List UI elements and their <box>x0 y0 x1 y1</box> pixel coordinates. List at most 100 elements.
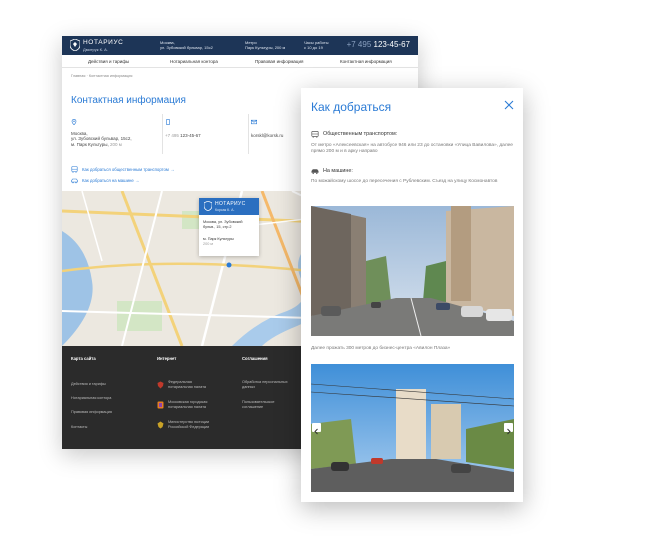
footer-link[interactable]: Действия и тарифы <box>71 382 106 387</box>
bus-icon <box>311 131 319 138</box>
page-title: Контактная информация <box>71 95 186 106</box>
carousel-dot[interactable] <box>408 494 411 497</box>
footer-link-line: Обработка персональных <box>242 380 288 384</box>
footer-link-line: соглашение <box>242 404 264 409</box>
email-column: korskl@korsk.ru <box>248 114 283 154</box>
header-phone[interactable]: +7 495 123-45-67 <box>347 40 410 49</box>
car-icon <box>311 169 319 175</box>
phone-icon <box>166 119 170 125</box>
arrow-right-icon: → <box>135 178 140 183</box>
footer-link[interactable]: Нотариальная контора <box>71 396 111 401</box>
carousel-dot[interactable] <box>396 494 399 497</box>
directions-modal: Как добраться Общественным транспортом: … <box>301 88 523 502</box>
popup-header: НОТАРИУС Корсак К. А. <box>199 198 259 215</box>
modal-title: Как добраться <box>311 100 392 114</box>
carousel-dot[interactable] <box>420 494 423 497</box>
carousel-next-button[interactable] <box>504 423 513 435</box>
brand-subtitle: Дмитрук К. А. <box>83 47 108 52</box>
site-header: НОТАРИУС Дмитрук К. А. Москва, ул. Зубов… <box>62 36 418 55</box>
footer-link[interactable]: Федеральная нотариальная палата <box>168 380 206 389</box>
footer-link-line: Российской Федерации <box>168 424 210 429</box>
public-transport-heading: Общественным транспортом: <box>323 131 398 137</box>
transport-link-label: Как добраться общественным транспортом <box>82 167 169 172</box>
carousel-photo-image <box>311 364 514 492</box>
chevron-left-icon <box>314 428 318 435</box>
footer-link-line: Министерство юстиции <box>168 420 210 424</box>
contact-email[interactable]: korskl@korsk.ru <box>251 133 283 138</box>
street-photo <box>311 206 514 336</box>
brand-name[interactable]: НОТАРИУС <box>83 39 123 46</box>
mail-icon <box>251 119 257 125</box>
carousel-prev-button[interactable] <box>312 423 321 435</box>
car-text: По можайскому шоссе до пересечения с Руб… <box>311 179 498 184</box>
public-transport-text: От метро «Алексеевская» на автобусе 946 … <box>311 143 513 154</box>
car-icon <box>71 178 78 184</box>
phone-prefix: +7 495 <box>346 40 372 49</box>
phone-prefix: +7 495 <box>165 133 179 138</box>
location-pin-icon <box>71 119 77 125</box>
breadcrumb-separator: · <box>86 74 88 78</box>
popup-address: Москва, ул. Зубовский бульв., 15, стр.2 <box>203 220 243 229</box>
bus-icon <box>71 166 78 173</box>
footer-link[interactable]: Контакты <box>71 425 87 430</box>
address-line: м. Парк Культуры, <box>71 141 109 147</box>
close-icon[interactable] <box>504 100 514 110</box>
footer-agreements-title: Соглашения <box>242 356 268 361</box>
breadcrumb-home[interactable]: Главная <box>71 74 85 78</box>
footer-link-line: нотариальная палата <box>168 404 207 409</box>
footer-link[interactable]: Московская городская нотариальная палата <box>168 400 207 409</box>
footer-link[interactable]: Правовая информация <box>71 410 112 415</box>
carousel-dot[interactable] <box>432 494 435 497</box>
map-marker-icon[interactable] <box>226 262 232 268</box>
city-emblem-icon <box>157 401 164 409</box>
car-heading: На машине: <box>323 168 353 174</box>
footer-link-line: данных <box>242 384 256 389</box>
header-hours: Часы работы с 10 до 19 <box>304 40 328 50</box>
phone-number: 123-45-67 <box>180 133 201 138</box>
map-popup: НОТАРИУС Корсак К. А. Москва, ул. Зубовс… <box>199 198 259 256</box>
popup-metro: м. Парк Культуры 200 м <box>203 237 234 246</box>
nav-item-legal[interactable]: Правовая информация <box>255 59 303 64</box>
footer-sitemap-title: Карта сайта <box>71 356 96 361</box>
contact-address: Москва, ул. Зубовский бульвар, 15с2, м. … <box>71 131 132 147</box>
hours-value: с 10 до 19 <box>304 45 323 50</box>
address-line: ул. Зубовский бульвар, 15с2 <box>160 45 213 50</box>
street-photo-image <box>311 206 514 336</box>
photo-carousel[interactable] <box>311 364 514 492</box>
phone-number: 123-45-67 <box>373 40 410 49</box>
popup-address-line: Москва, ул. Зубовский <box>203 220 243 224</box>
nav-item-contacts[interactable]: Контактная информация <box>340 59 392 64</box>
footer-link[interactable]: Министерство юстиции Российской Федерации <box>168 420 209 429</box>
contact-phone[interactable]: +7 495 123-45-67 <box>165 133 201 138</box>
popup-brand: НОТАРИУС <box>215 201 246 207</box>
shield-logo-icon <box>204 201 212 211</box>
phone-column: +7 495 123-45-67 <box>162 114 201 154</box>
arrow-right-icon: → <box>170 167 175 172</box>
nav-item-tariffs[interactable]: Действия и тарифы <box>88 59 129 64</box>
metro-value: Парк Культуры, 200 м <box>245 45 286 50</box>
footer-link[interactable]: Пользовательское соглашение <box>242 400 274 409</box>
header-metro: Метро Парк Культуры, 200 м <box>245 40 285 50</box>
shield-logo-icon[interactable] <box>70 39 80 51</box>
car-directions-link[interactable]: Как добраться на машине → <box>82 178 139 183</box>
breadcrumb: Главная · Контактная информация <box>71 74 132 78</box>
main-nav: Действия и тарифы Нотариальная контора П… <box>62 55 418 68</box>
breadcrumb-current: Контактная информация <box>88 74 133 78</box>
popup-metro-distance: 200 м <box>203 241 214 246</box>
footer-link-line: Пользовательское <box>242 400 275 404</box>
popup-brand-subtitle: Корсак К. А. <box>215 208 235 212</box>
carousel-dots <box>396 484 444 502</box>
photo-caption: Далее прожать 300 метров до бизнес-центр… <box>311 346 451 351</box>
footer-link[interactable]: Обработка персональных данных <box>242 380 288 389</box>
header-address: Москва, ул. Зубовский бульвар, 15с2 <box>160 40 213 50</box>
nav-item-office[interactable]: Нотариальная контора <box>170 59 218 64</box>
popup-metro-line: м. Парк Культуры <box>203 237 234 241</box>
footer-link-line: нотариальная палата <box>168 384 207 389</box>
popup-address-line: бульв., 15, стр.2 <box>203 224 232 229</box>
footer-link-line: Московская городская <box>168 400 208 404</box>
footer-internet-title: Интернет <box>157 356 177 361</box>
transport-directions-link[interactable]: Как добраться общественным транспортом → <box>82 167 174 172</box>
eagle-emblem-icon <box>157 381 164 389</box>
address-distance: 200 м <box>110 141 122 147</box>
car-link-label: Как добраться на машине <box>82 178 134 183</box>
